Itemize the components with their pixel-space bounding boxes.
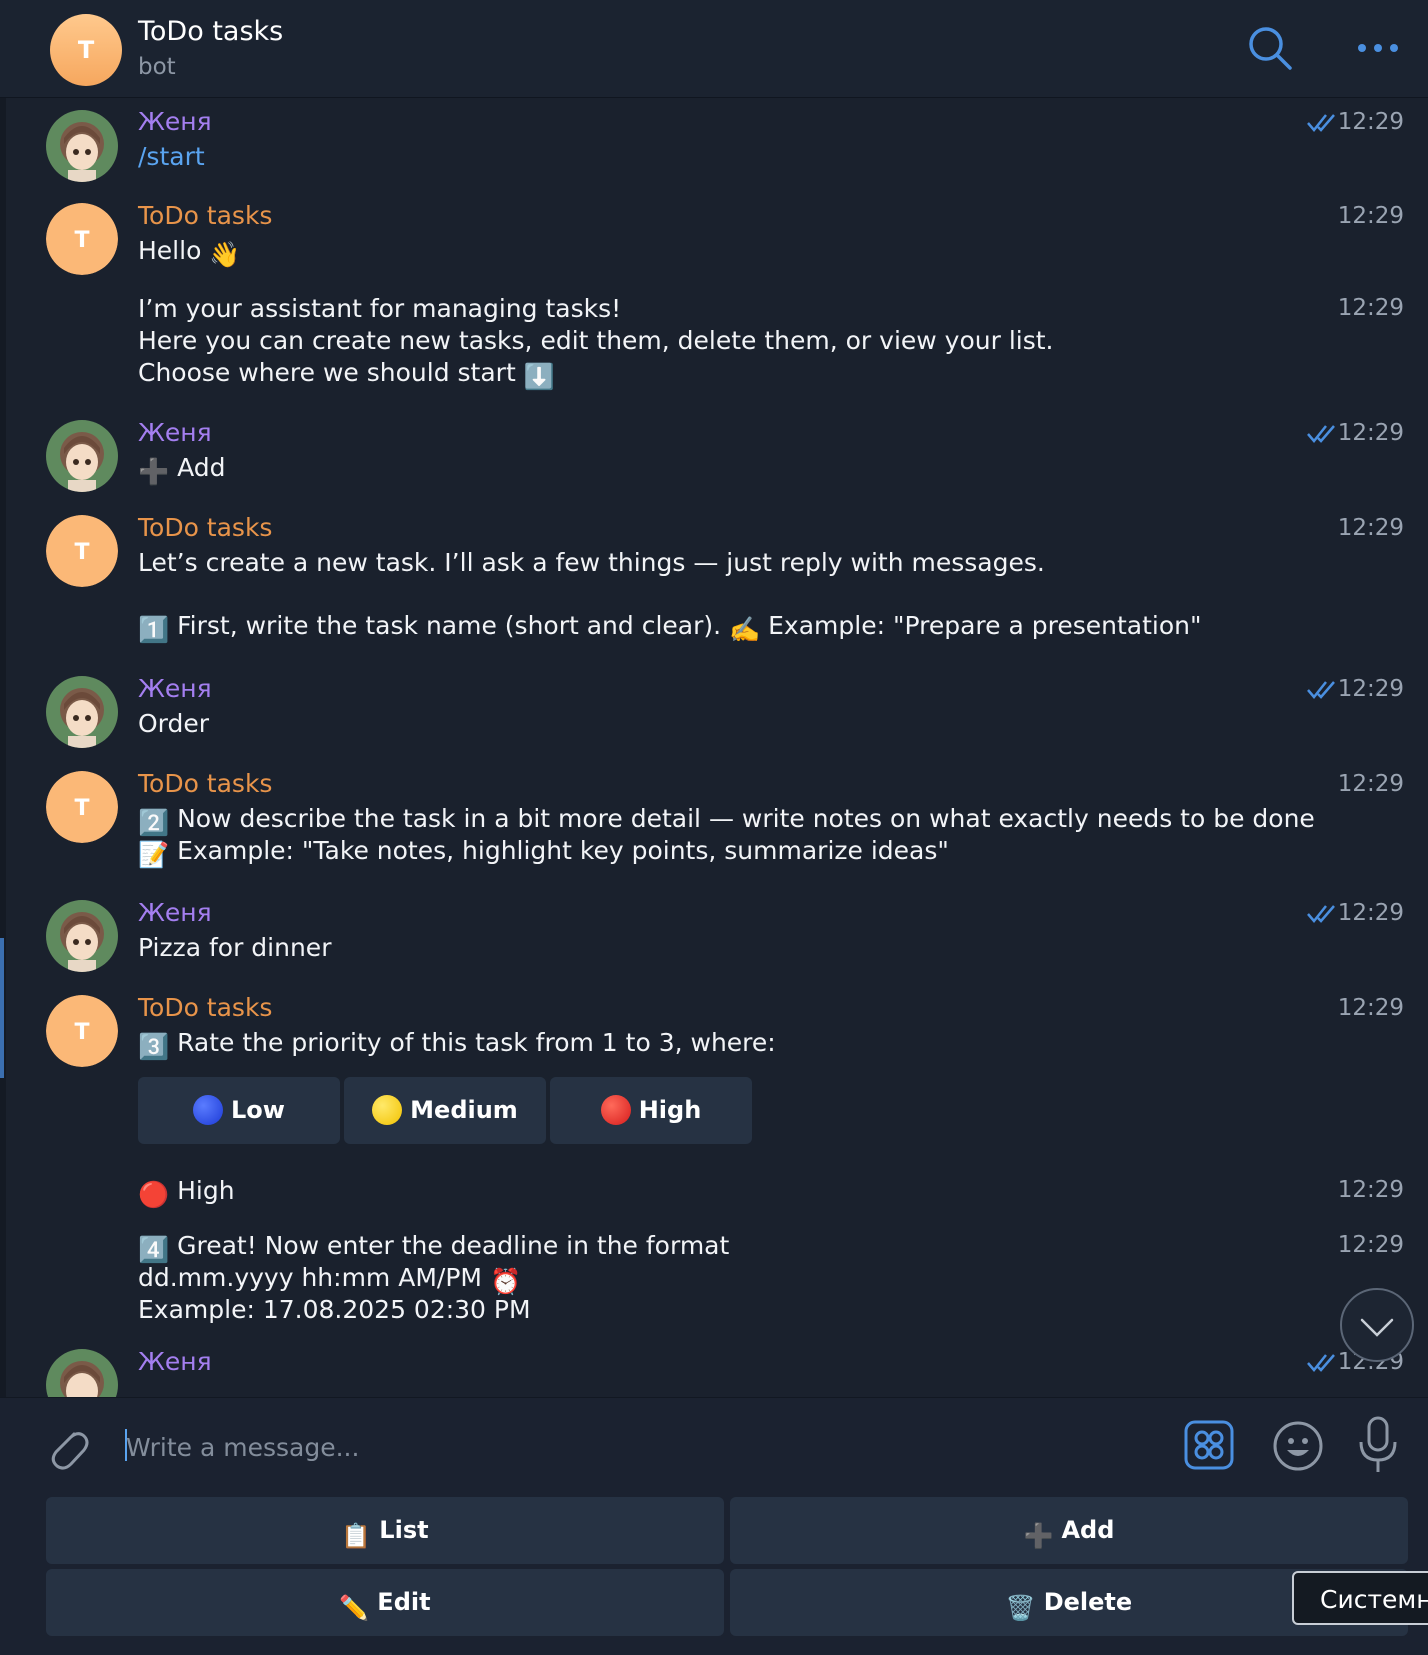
message-text-line: dd.mm.yyyy hh:mm AM/PM ⏰	[138, 1263, 522, 1296]
search-icon[interactable]	[1246, 24, 1294, 72]
chat-title[interactable]: ToDo tasks	[138, 16, 283, 47]
read-check-icon	[1307, 1354, 1335, 1372]
svg-text:T: T	[74, 1020, 89, 1045]
sender-name[interactable]: Женя	[138, 418, 212, 447]
message-time: 12:29	[1337, 676, 1404, 702]
user-avatar[interactable]	[46, 420, 118, 492]
message-text-line: Here you can create new tasks, edit them…	[138, 326, 1054, 355]
message-text-line: I’m your assistant for managing tasks!	[138, 294, 622, 323]
svg-text:T: T	[74, 228, 89, 253]
bot-avatar[interactable]: T	[46, 771, 118, 843]
message-text-line: Choose where we should start ⬇️	[138, 358, 555, 391]
waving-hand-icon: 👋	[209, 240, 241, 269]
message-text-line: Let’s create a new task. I’ll ask a few …	[138, 548, 1045, 577]
message-text: Hello 👋	[138, 236, 241, 269]
chat-header: T ToDo tasks bot	[0, 0, 1428, 98]
message-time: 12:29	[1337, 995, 1404, 1021]
message-time: 12:29	[1337, 900, 1404, 926]
down-arrow-icon: ⬇️	[523, 362, 555, 391]
svg-text:T: T	[74, 796, 89, 821]
microphone-icon[interactable]	[1356, 1416, 1400, 1474]
message-text: 3️⃣ Rate the priority of this task from …	[138, 1028, 776, 1061]
bot-menu-icon[interactable]	[1184, 1420, 1234, 1470]
message-time: 12:29	[1337, 515, 1404, 541]
bot-avatar[interactable]: T	[46, 203, 118, 275]
message-text-line: 📝 Example: "Take notes, highlight key po…	[138, 836, 949, 869]
svg-text:T: T	[74, 540, 89, 565]
svg-text:T: T	[78, 36, 95, 64]
priority-low-button[interactable]: Low	[138, 1077, 340, 1144]
red-circle-icon	[600, 1095, 631, 1125]
plus-icon: ➕	[138, 457, 170, 486]
system-tooltip: Системн	[1292, 1571, 1428, 1625]
message-text-line: 1️⃣ First, write the task name (short an…	[138, 611, 1202, 644]
bot-avatar[interactable]: T	[46, 995, 118, 1067]
scroll-to-bottom-button[interactable]	[1340, 1288, 1414, 1362]
read-check-icon	[1307, 425, 1335, 443]
message-text: Pizza for dinner	[138, 933, 332, 962]
message-text-line: 4️⃣ Great! Now enter the deadline in the…	[138, 1231, 730, 1264]
message-time: 12:29	[1337, 420, 1404, 446]
keyboard-add-button[interactable]: ➕ Add	[730, 1497, 1408, 1564]
sender-name[interactable]: ToDo tasks	[138, 993, 272, 1022]
message-time: 12:29	[1337, 203, 1404, 229]
keycap-3-icon: 3️⃣	[138, 1032, 170, 1061]
paperclip-icon[interactable]	[44, 1420, 90, 1474]
sender-name[interactable]: Женя	[138, 1347, 212, 1376]
writing-hand-icon: ✍️	[729, 615, 761, 644]
message-input[interactable]	[124, 1418, 1168, 1476]
memo-icon: 📝	[138, 840, 170, 869]
red-circle-icon: 🔴	[138, 1180, 170, 1209]
read-check-icon	[1307, 114, 1335, 132]
more-icon[interactable]	[1354, 34, 1402, 62]
message-text-line: 2️⃣ Now describe the task in a bit more …	[138, 804, 1315, 837]
message-text: 🔴 High	[138, 1176, 235, 1209]
keycap-1-icon: 1️⃣	[138, 615, 170, 644]
blue-circle-icon	[193, 1095, 224, 1125]
message-time: 12:29	[1337, 771, 1404, 797]
keyboard-edit-button[interactable]: ✏️ Edit	[46, 1569, 724, 1636]
sender-name[interactable]: Женя	[138, 674, 212, 703]
sender-name[interactable]: ToDo tasks	[138, 201, 272, 230]
sender-name[interactable]: ToDo tasks	[138, 513, 272, 542]
sender-name[interactable]: Женя	[138, 898, 212, 927]
chevron-down-icon	[1360, 1318, 1394, 1337]
sender-name[interactable]: ToDo tasks	[138, 769, 272, 798]
pencil-icon: ✏️	[339, 1594, 370, 1622]
keyboard-list-button[interactable]: 📋 List	[46, 1497, 724, 1564]
read-check-icon	[1307, 905, 1335, 923]
user-avatar[interactable]	[46, 110, 118, 182]
priority-medium-button[interactable]: Medium	[344, 1077, 546, 1144]
message-text-line: Example: 17.08.2025 02:30 PM	[138, 1295, 531, 1324]
user-avatar[interactable]	[46, 1349, 118, 1397]
message-time: 12:29	[1337, 1232, 1404, 1258]
yellow-circle-icon	[372, 1095, 403, 1125]
priority-high-button[interactable]: High	[550, 1077, 752, 1144]
message-text: Order	[138, 709, 210, 738]
bot-avatar[interactable]: T	[46, 515, 118, 587]
emoji-icon[interactable]	[1272, 1420, 1324, 1472]
bot-avatar[interactable]: T	[50, 14, 122, 86]
user-avatar[interactable]	[46, 900, 118, 972]
plus-icon: ➕	[1023, 1522, 1054, 1550]
message-text: ➕ Add	[138, 453, 226, 486]
message-time: 12:29	[1337, 295, 1404, 321]
clipboard-icon: 📋	[341, 1522, 372, 1550]
message-text[interactable]: /start	[138, 141, 205, 173]
user-avatar[interactable]	[46, 676, 118, 748]
sender-name[interactable]: Женя	[138, 107, 212, 136]
message-time: 12:29	[1337, 109, 1404, 135]
message-time: 12:29	[1337, 1177, 1404, 1203]
message-list[interactable]: Женя /start 12:29 T ToDo tasks Hello 👋 1…	[0, 97, 1428, 1397]
wastebasket-icon: 🗑️	[1005, 1594, 1036, 1622]
read-check-icon	[1307, 681, 1335, 699]
chat-subtitle: bot	[138, 54, 176, 80]
